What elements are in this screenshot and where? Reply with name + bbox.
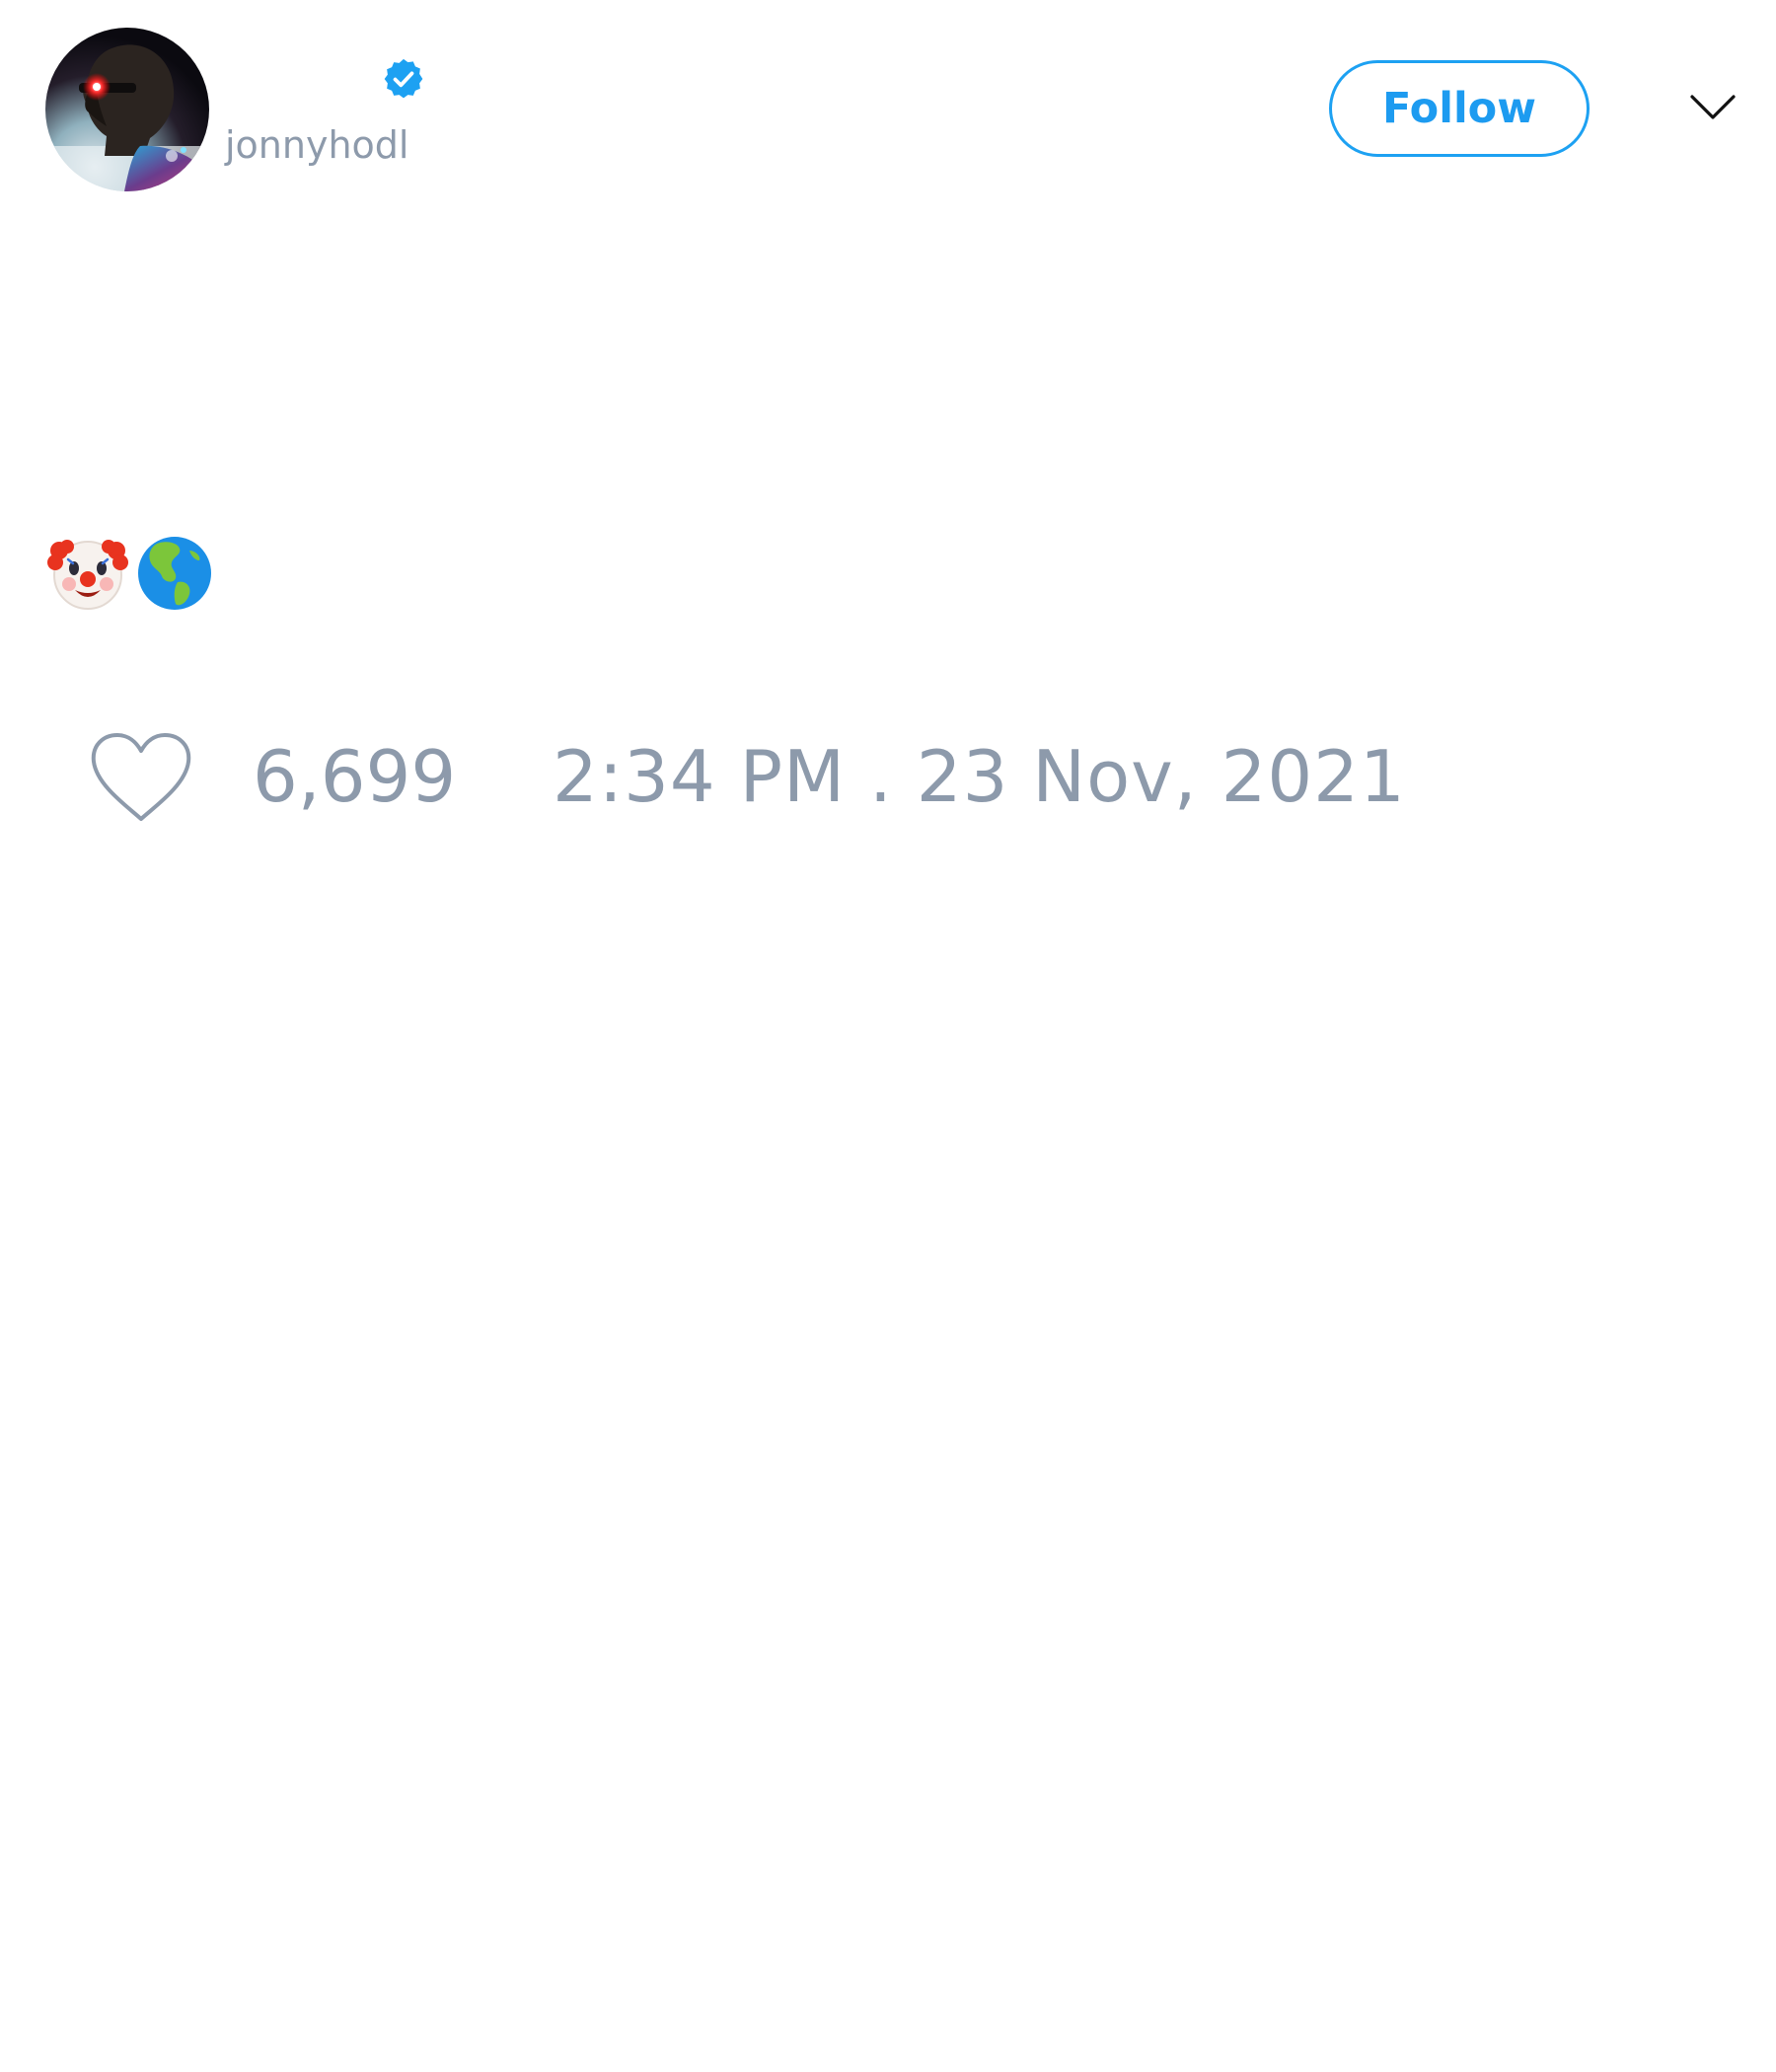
like-heart-icon[interactable] xyxy=(89,730,193,825)
verified-badge-icon xyxy=(381,56,426,102)
avatar[interactable] xyxy=(45,28,209,191)
avatar-image xyxy=(45,28,209,191)
follow-button[interactable]: Follow xyxy=(1329,60,1590,157)
tweet-header: jonnyhodl Follow xyxy=(0,0,1776,207)
chevron-down-icon[interactable] xyxy=(1689,93,1737,122)
globe-americas-emoji xyxy=(138,537,211,610)
tweet-timestamp[interactable]: 2:34 PM . 23 Nov, 2021 xyxy=(553,737,1406,816)
tweet-footer: 6,699 2:34 PM . 23 Nov, 2021 xyxy=(0,720,1776,829)
user-handle[interactable]: jonnyhodl xyxy=(225,126,408,164)
like-count: 6,699 xyxy=(253,735,457,818)
clown-face-emoji xyxy=(47,540,128,610)
tweet-text xyxy=(47,533,215,614)
